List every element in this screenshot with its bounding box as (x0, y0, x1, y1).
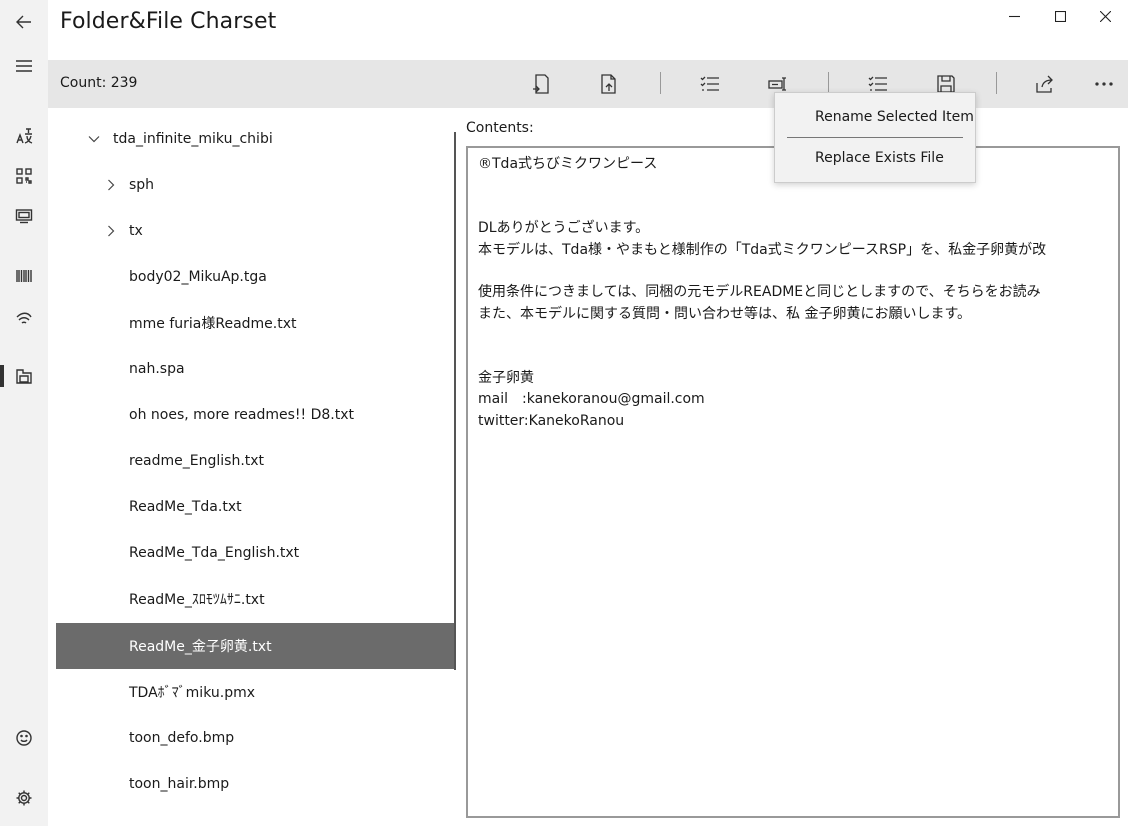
nav-feedback-button[interactable] (0, 718, 48, 758)
tree-item-label: nah.spa (129, 361, 185, 377)
open-file-icon (601, 74, 616, 94)
tree-file[interactable]: ReadMe_ｽﾛﾓﾂﾑｻﾆ.txt (56, 576, 456, 622)
contents-textbox[interactable]: ®Tda式ちびミクワンピース DLありがとうございます。 本モデルは、Tda様・… (466, 146, 1120, 818)
tree-file[interactable]: TDAﾎﾞﾏﾞmiku.pmx (56, 669, 456, 715)
tree-file[interactable]: ReadMe_Tda_English.txt (56, 530, 456, 576)
back-arrow-icon (16, 15, 31, 29)
tree-item-label: ReadMe_Tda.txt (129, 499, 242, 515)
tree-file[interactable]: ReadMe_Tda.txt (56, 484, 456, 530)
tree-folder[interactable]: sph (56, 162, 456, 208)
tree-item-label: ReadMe_ｽﾛﾓﾂﾑｻﾆ.txt (129, 592, 265, 608)
file-tree: tda_infinite_miku_chibi sph tx body02_Mi… (56, 116, 456, 826)
tree-file[interactable]: body02_MikuAp.tga (56, 254, 456, 300)
tree-item-label: sph (129, 177, 155, 193)
chevron-right-icon[interactable] (105, 179, 117, 191)
nav-charset-button[interactable] (0, 116, 48, 156)
checklist-icon (700, 76, 719, 91)
share-button[interactable] (1022, 60, 1068, 108)
character-code-icon (16, 128, 33, 144)
nav-barcode-button[interactable] (0, 256, 48, 296)
tree-file-selected[interactable]: ReadMe_金子卵黄.txt (56, 623, 456, 669)
tree-file[interactable]: readme_English.txt (56, 438, 456, 484)
folder-file-icon (16, 369, 32, 384)
tree-item-label: oh noes, more readmes!! D8.txt (129, 407, 354, 423)
tree-file[interactable]: oh noes, more readmes!! D8.txt (56, 392, 456, 438)
menu-item-replace-exists[interactable]: Replace Exists File (775, 139, 975, 177)
tree-item-label: mme furia様Readme.txt (129, 316, 297, 332)
tree-item-label: readme_English.txt (129, 453, 265, 469)
tree-scrollbar[interactable] (454, 132, 456, 670)
nav-folder-file-button[interactable] (0, 356, 48, 396)
more-dots-icon (1095, 82, 1113, 86)
maximize-button[interactable] (1037, 0, 1083, 32)
monitor-icon (15, 209, 33, 224)
more-options-menu: Rename Selected Item Replace Exists File (774, 92, 976, 183)
tree-file[interactable]: toon_defo.bmp (56, 715, 456, 761)
share-icon (1036, 75, 1053, 93)
tree-item-label: body02_MikuAp.tga (129, 269, 267, 285)
nav-qrcode-button[interactable] (0, 156, 48, 196)
open-file-button[interactable] (586, 60, 632, 108)
tree-folder-root[interactable]: tda_infinite_miku_chibi (56, 116, 456, 162)
toolbar-separator (996, 72, 997, 94)
chevron-right-icon[interactable] (105, 225, 117, 237)
tree-item-label: ReadMe_Tda_English.txt (129, 545, 300, 561)
contents-label: Contents: (466, 120, 534, 136)
open-folder-button[interactable] (518, 60, 564, 108)
smiley-icon (16, 730, 32, 746)
tree-item-label: toon_hair.bmp (129, 776, 230, 792)
nav-settings-button[interactable] (0, 778, 48, 818)
tree-item-label: TDAﾎﾞﾏﾞmiku.pmx (129, 685, 255, 701)
tree-item-label: tx (129, 223, 143, 239)
toolbar-separator (828, 72, 829, 94)
tree-file[interactable]: mme furia様Readme.txt (56, 300, 456, 346)
nav-rail (0, 0, 48, 826)
open-folder-icon (533, 74, 549, 94)
contents-text: ®Tda式ちびミクワンピース DLありがとうございます。 本モデルは、Tda様・… (478, 156, 1047, 429)
wifi-signal-icon (16, 312, 32, 324)
nav-display-button[interactable] (0, 196, 48, 236)
close-icon (1099, 10, 1111, 22)
minimize-icon (1008, 15, 1020, 17)
toolbar-separator (660, 72, 661, 94)
maximize-icon (1054, 10, 1066, 22)
close-window-button[interactable] (1082, 0, 1128, 32)
select-all-button[interactable] (687, 60, 733, 108)
hamburger-menu-button[interactable] (0, 46, 48, 86)
tree-file[interactable]: toon_hair.bmp (56, 761, 456, 807)
hamburger-icon (16, 60, 32, 72)
menu-separator (787, 137, 963, 138)
nav-wifi-button[interactable] (0, 298, 48, 338)
tree-item-label: tda_infinite_miku_chibi (113, 131, 273, 147)
menu-item-rename-selected[interactable]: Rename Selected Item (775, 98, 975, 136)
tree-folder[interactable]: tx (56, 208, 456, 254)
barcode-icon (16, 270, 32, 282)
tree-item-label: ReadMe_金子卵黄.txt (129, 639, 272, 655)
chevron-down-icon[interactable] (88, 133, 100, 145)
item-count: Count: 239 (60, 75, 138, 91)
more-options-button[interactable] (1081, 60, 1127, 108)
window-title: Folder&File Charset (60, 9, 277, 34)
minimize-button[interactable] (991, 0, 1037, 32)
gear-icon (16, 790, 32, 806)
tree-file[interactable]: nah.spa (56, 346, 456, 392)
tree-item-label: toon_defo.bmp (129, 730, 235, 746)
back-button[interactable] (0, 2, 48, 42)
qr-code-icon (16, 168, 32, 184)
